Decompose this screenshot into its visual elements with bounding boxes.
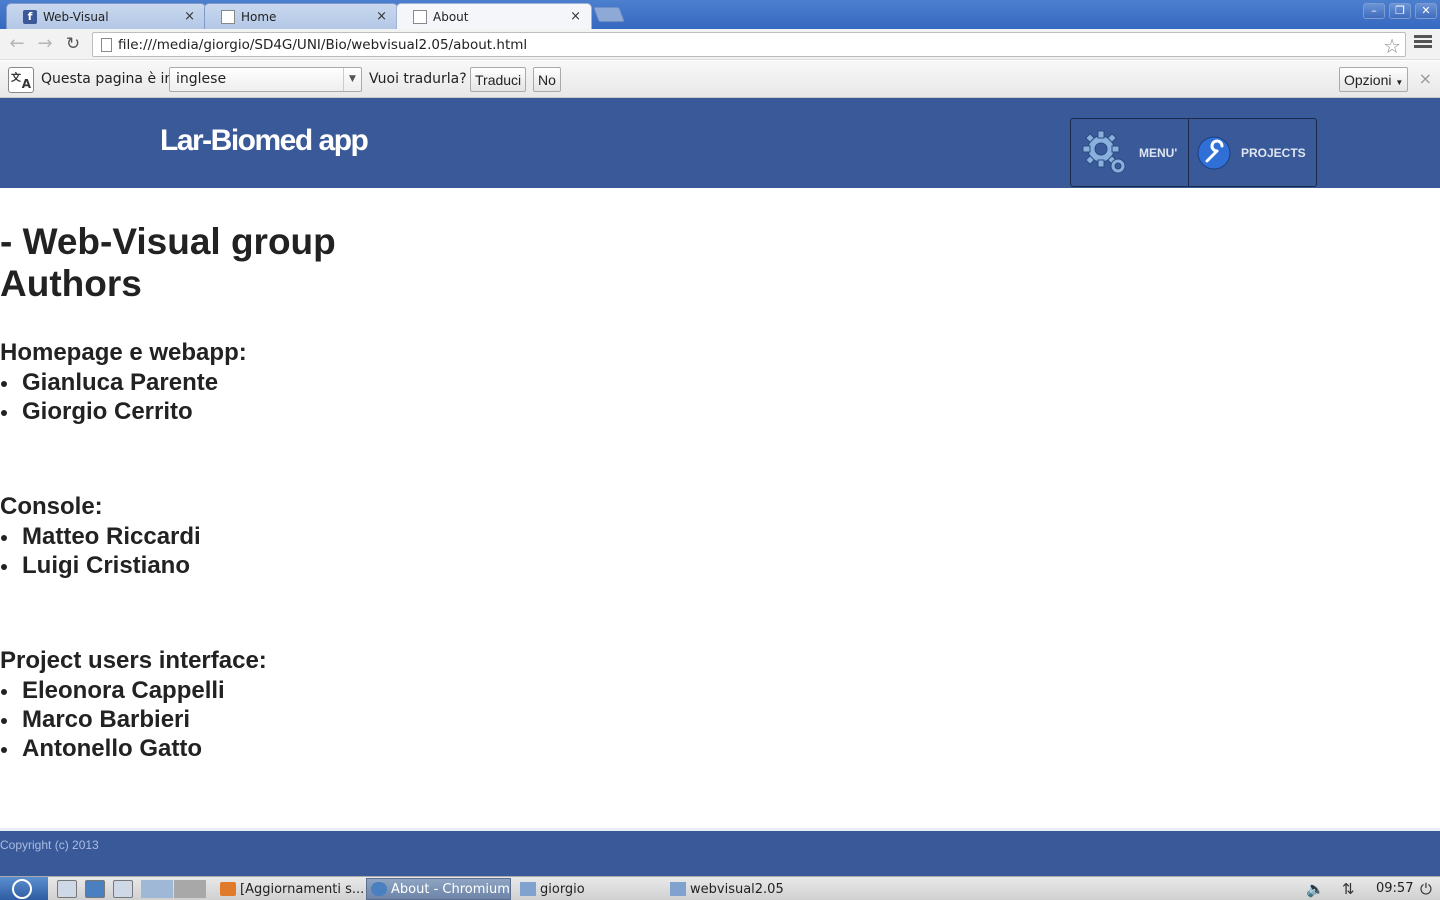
os-taskbar: [Aggiornamenti s... About - Chromium gio… [0, 876, 1440, 900]
clock[interactable]: 09:57 [1376, 881, 1413, 896]
dropdown-arrow-icon: ▼ [1395, 77, 1404, 87]
author-item: Giorgio Cerrito [0, 397, 247, 426]
author-item: Luigi Cristiano [0, 551, 201, 580]
browser-tab-strip: f Web-Visual × Home × About × – ❐ ✕ [0, 0, 1440, 29]
page-icon [221, 9, 235, 24]
author-item: Matteo Riccardi [0, 522, 201, 551]
close-tab-icon[interactable]: × [376, 9, 387, 24]
author-item: Marco Barbieri [0, 705, 267, 734]
taskbar-item-chromium[interactable]: About - Chromium [366, 878, 511, 900]
translate-button[interactable]: Traduci [470, 67, 527, 92]
url-text: file:///media/giorgio/SD4G/UNI/Bio/webvi… [118, 37, 528, 53]
new-tab-button[interactable] [593, 7, 625, 22]
close-tab-icon[interactable]: × [184, 9, 195, 24]
translate-infobar: 文A Questa pagina è in inglese ▼ Vuoi tra… [0, 61, 1440, 98]
section-title: Homepage e webapp: [0, 339, 247, 366]
site-nav: MENU' PROJECTS [1070, 118, 1317, 187]
taskbar-item-updates[interactable]: [Aggiornamenti s... [216, 878, 365, 900]
author-item: Antonello Gatto [0, 734, 267, 763]
translate-question: Vuoi tradurla? [369, 71, 467, 87]
window-close-icon[interactable]: ✕ [1415, 3, 1437, 19]
power-icon[interactable]: ⏻ [1420, 880, 1432, 898]
tab-home[interactable]: Home × [204, 3, 398, 29]
page-title-line1: - Web-Visual group [0, 221, 336, 262]
chromium-icon [371, 882, 387, 896]
network-icon[interactable]: ⇅ [1342, 880, 1355, 898]
author-item: Gianluca Parente [0, 368, 247, 397]
tab-title: Home [241, 9, 277, 24]
section-title: Console: [0, 493, 103, 520]
facebook-icon: f [23, 9, 37, 24]
back-icon[interactable]: ← [6, 34, 28, 56]
page-icon [413, 9, 427, 24]
address-bar[interactable]: file:///media/giorgio/SD4G/UNI/Bio/webvi… [92, 32, 1406, 58]
workspace-2[interactable] [174, 880, 206, 898]
wrench-icon [1197, 136, 1231, 169]
task-label: webvisual2.05 [690, 881, 784, 897]
gear-icon [1082, 130, 1126, 173]
language-select[interactable]: inglese ▼ [169, 67, 362, 92]
dropdown-arrow-icon: ▼ [343, 68, 361, 91]
task-label: About - Chromium [391, 881, 510, 897]
nav-projects-button[interactable]: PROJECTS [1189, 119, 1316, 186]
forward-icon[interactable]: → [34, 34, 56, 56]
restore-icon[interactable]: ❐ [1389, 3, 1411, 19]
options-label: Opzioni [1344, 71, 1392, 88]
start-menu-button[interactable] [0, 877, 48, 900]
page-title: - Web-Visual group Authors [0, 221, 336, 305]
tab-title: About [433, 9, 469, 24]
chrome-menu-icon[interactable] [1414, 35, 1432, 50]
author-item: Eleonora Cappelli [0, 676, 267, 705]
start-logo-icon [12, 879, 32, 899]
site-title[interactable]: Lar-Biomed app [160, 124, 369, 158]
taskbar-item-webvisual[interactable]: webvisual2.05 [666, 878, 812, 900]
file-manager-icon[interactable] [57, 880, 77, 898]
browser-toolbar: ← → ↻ file:///media/giorgio/SD4G/UNI/Bio… [0, 29, 1440, 60]
bookmark-star-icon[interactable]: ☆ [1383, 34, 1401, 58]
folder-icon [670, 882, 686, 896]
options-button[interactable]: Opzioni ▼ [1339, 67, 1409, 92]
folder-icon [520, 882, 536, 896]
no-translate-button[interactable]: No [533, 67, 561, 92]
page-icon [101, 38, 112, 52]
tab-about[interactable]: About × [396, 3, 592, 29]
reload-icon[interactable]: ↻ [62, 34, 84, 56]
close-infobar-icon[interactable]: × [1419, 69, 1432, 88]
translate-prompt-label: Questa pagina è in [41, 71, 174, 87]
translate-icon: 文A [8, 67, 34, 93]
site-footer: Copyright (c) 2013 [0, 828, 1440, 876]
update-icon [220, 882, 236, 896]
copyright-text: Copyright (c) 2013 [0, 838, 99, 852]
nav-menu-label: MENU' [1139, 145, 1178, 160]
section-title: Project users interface: [0, 647, 267, 674]
authors-section-homepage: Homepage e webapp: Gianluca Parente Gior… [0, 338, 247, 426]
language-value: inglese [176, 71, 227, 87]
show-desktop-icon[interactable] [113, 880, 133, 898]
page-content: - Web-Visual group Authors Homepage e we… [0, 188, 1440, 828]
page-title-line2: Authors [0, 263, 142, 304]
nav-menu-button[interactable]: MENU' [1071, 119, 1189, 186]
close-tab-icon[interactable]: × [570, 9, 581, 24]
workspace-1[interactable] [141, 880, 173, 898]
tab-title: Web-Visual [43, 9, 109, 24]
task-label: giorgio [540, 881, 585, 897]
taskbar-item-giorgio[interactable]: giorgio [516, 878, 662, 900]
site-header: Lar-Biomed app MENU' PROJECTS [0, 98, 1440, 188]
nav-projects-label: PROJECTS [1241, 145, 1306, 160]
task-label: [Aggiornamenti s... [240, 881, 365, 897]
minimize-icon[interactable]: – [1363, 3, 1385, 19]
volume-icon[interactable]: 🔈 [1306, 880, 1325, 898]
tab-web-visual[interactable]: f Web-Visual × [6, 3, 206, 29]
browser-launcher-icon[interactable] [85, 880, 105, 898]
authors-section-console: Console: Matteo Riccardi Luigi Cristiano [0, 492, 201, 580]
authors-section-ui: Project users interface: Eleonora Cappel… [0, 646, 267, 763]
